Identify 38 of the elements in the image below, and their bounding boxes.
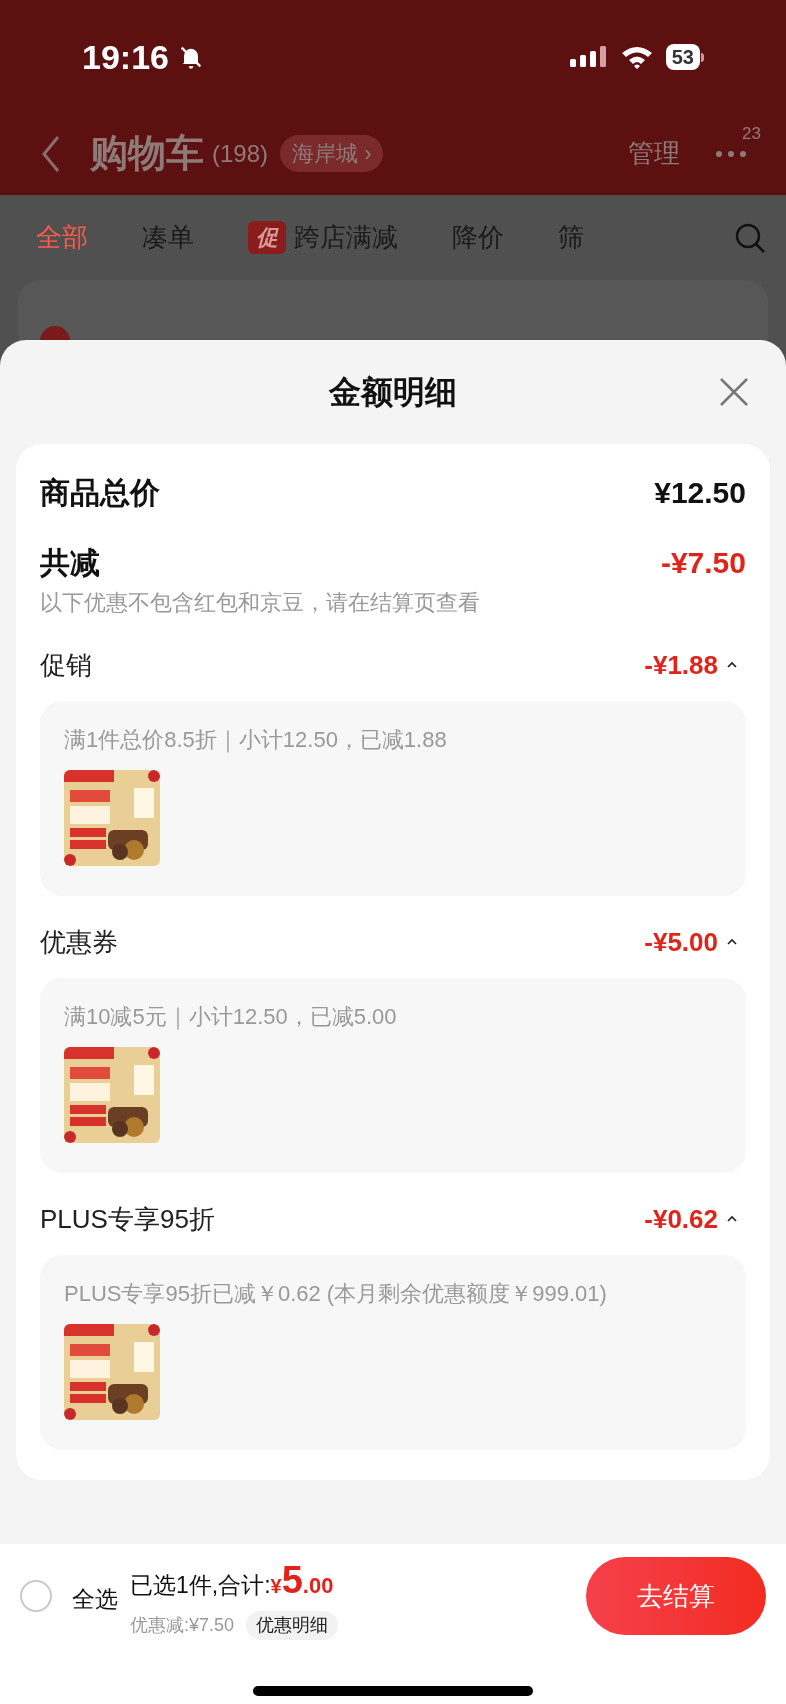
caret-icon[interactable] <box>726 661 738 669</box>
more-icon[interactable] <box>716 150 746 157</box>
caret-icon[interactable] <box>726 938 738 946</box>
total-label: 商品总价 <box>40 474 160 511</box>
total-price: ¥5.00 <box>270 1558 334 1603</box>
notification-count: 23 <box>742 122 761 145</box>
discount-summary: 优惠减:¥7.50 <box>130 1614 235 1637</box>
filter-tab[interactable]: 全部 <box>36 218 88 257</box>
caret-icon[interactable] <box>726 1215 738 1223</box>
close-icon[interactable] <box>718 376 750 408</box>
summary-text: 已选1件,合计: <box>130 1571 271 1600</box>
checkout-button[interactable]: 去结算 <box>586 1557 766 1635</box>
promo-tag: 促 <box>248 221 286 254</box>
section-amount: -¥1.88 <box>644 648 718 682</box>
discount-detail: PLUS专享95折已减￥0.62 (本月剩余优惠额度￥999.01) <box>64 1280 608 1308</box>
signal-icon <box>569 45 608 69</box>
location-chip[interactable]: 海岸城 › <box>280 135 384 172</box>
section-label: 促销 <box>40 648 92 682</box>
discount-detail: 满10减5元｜小计12.50，已减5.00 <box>64 1003 398 1032</box>
page-title: 购物车 <box>90 131 204 176</box>
section-label: PLUS专享95折 <box>40 1202 215 1236</box>
select-all-label[interactable]: 全选 <box>72 1581 118 1617</box>
details-button[interactable]: 优惠明细 <box>246 1611 339 1640</box>
reduction-note: 以下优惠不包含红包和京豆，请在结算页查看 <box>40 589 481 617</box>
status-time: 19:16 <box>82 36 169 78</box>
section-amount: -¥0.62 <box>644 1202 718 1236</box>
reduction-label: 共减 <box>40 544 100 581</box>
select-all-checkbox[interactable] <box>20 1580 52 1612</box>
total-value: ¥12.50 <box>654 474 746 511</box>
section-label: 优惠券 <box>40 925 118 959</box>
section-amount: -¥5.00 <box>644 925 718 959</box>
back-icon[interactable] <box>40 134 62 173</box>
discount-detail: 满1件总价8.5折｜小计12.50，已减1.88 <box>64 726 448 755</box>
search-icon[interactable] <box>734 221 766 254</box>
cart-count: (198) <box>212 138 269 169</box>
sheet-title: 金额明细 <box>329 373 457 412</box>
manage-link[interactable]: 管理 <box>628 134 680 173</box>
reduction-value: -¥7.50 <box>660 544 746 581</box>
